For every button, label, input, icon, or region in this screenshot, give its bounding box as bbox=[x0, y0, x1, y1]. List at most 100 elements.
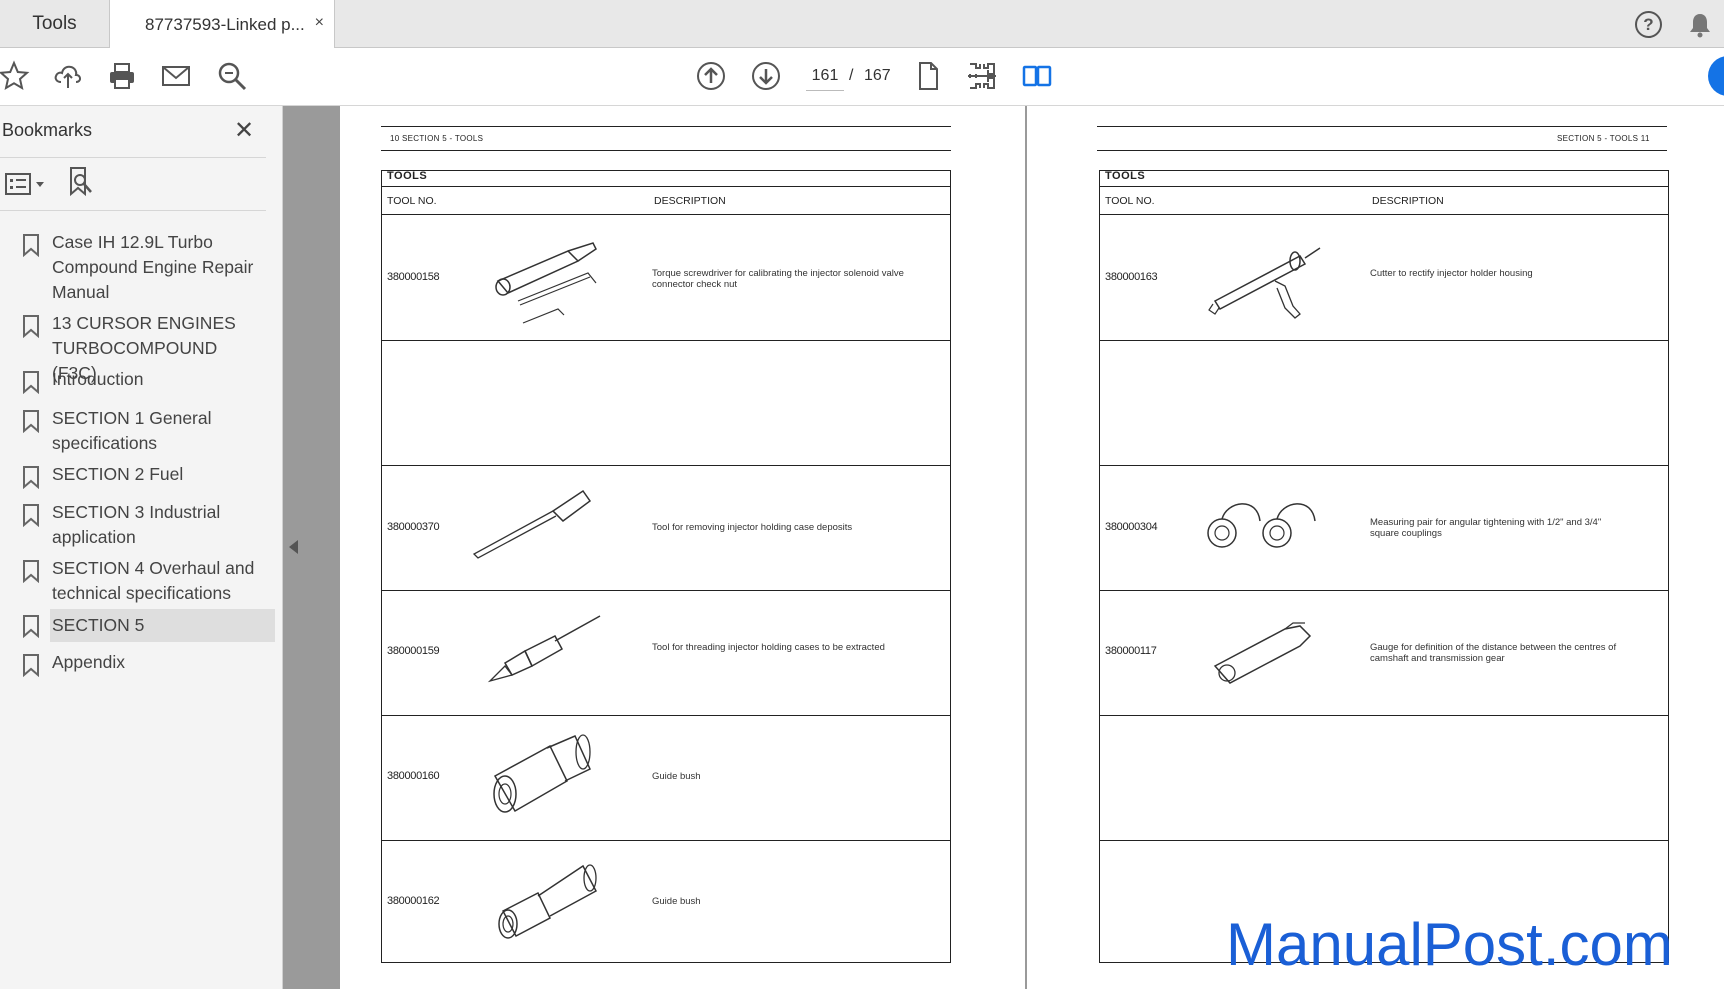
bookmark-item[interactable]: Introduction bbox=[0, 367, 275, 395]
bookmark-label: SECTION 2 Fuel bbox=[52, 464, 184, 484]
table-rule bbox=[1099, 715, 1669, 716]
page-header: 10 SECTION 5 - TOOLS bbox=[390, 134, 484, 143]
tool-number: 380000117 bbox=[1105, 645, 1157, 657]
bookmark-label: Case IH 12.9L Turbo Compound Engine Repa… bbox=[52, 232, 254, 302]
bookmark-icon bbox=[23, 654, 39, 677]
page-total: 167 bbox=[864, 67, 891, 84]
mail-icon[interactable] bbox=[158, 58, 194, 94]
divider bbox=[0, 210, 266, 211]
tool-description: Torque screwdriver for calibrating the i… bbox=[652, 268, 904, 290]
bookmark-icon bbox=[23, 234, 39, 257]
page-number-input[interactable] bbox=[806, 61, 844, 91]
tab-bar: Tools 87737593-Linked p... × ? bbox=[0, 0, 1724, 49]
help-icon[interactable]: ? bbox=[1635, 11, 1662, 38]
close-panel-icon[interactable]: ✕ bbox=[234, 116, 254, 145]
table-rule bbox=[1099, 340, 1669, 341]
table-rule bbox=[381, 590, 951, 591]
tool-description: Cutter to rectify injector holder housin… bbox=[1370, 268, 1533, 279]
bookmark-options-icon[interactable] bbox=[4, 170, 46, 198]
page-separator: / bbox=[849, 67, 854, 84]
two-page-view-icon[interactable] bbox=[1019, 58, 1055, 94]
tool-number: 380000158 bbox=[387, 271, 440, 283]
removal-tool-image bbox=[472, 489, 592, 559]
fit-page-icon[interactable] bbox=[964, 58, 1000, 94]
bookmark-item[interactable]: SECTION 3 Industrial application bbox=[0, 500, 275, 550]
add-bookmark-icon[interactable] bbox=[66, 166, 96, 198]
table-title: TOOLS bbox=[387, 170, 428, 182]
header-rule bbox=[1097, 126, 1667, 127]
bookmark-icon bbox=[23, 371, 39, 394]
tab-document[interactable]: 87737593-Linked p... × bbox=[110, 0, 335, 49]
tool-description: Measuring pair for angular tightening wi… bbox=[1370, 517, 1602, 539]
header-rule bbox=[381, 150, 951, 151]
bookmark-label: SECTION 3 Industrial application bbox=[52, 502, 221, 547]
watermark: ManualPost.com bbox=[1226, 911, 1673, 978]
page-header: SECTION 5 - TOOLS 11 bbox=[1557, 134, 1650, 143]
table-rule bbox=[381, 340, 951, 341]
bookmark-item[interactable]: Case IH 12.9L Turbo Compound Engine Repa… bbox=[0, 230, 275, 305]
bookmark-icon bbox=[23, 466, 39, 489]
table-rule bbox=[1099, 590, 1669, 591]
table-rule bbox=[381, 840, 951, 841]
cutter-tool-image bbox=[1208, 247, 1321, 319]
torque-screwdriver-image bbox=[495, 242, 597, 324]
bookmark-label: SECTION 5 bbox=[50, 609, 275, 642]
column-header-description: DESCRIPTION bbox=[1372, 195, 1444, 207]
tool-description: Tool for removing injector holding case … bbox=[652, 522, 853, 533]
table-title: TOOLS bbox=[1105, 170, 1146, 182]
table-rule bbox=[1099, 465, 1669, 466]
table-rule bbox=[381, 465, 951, 466]
column-header-description: DESCRIPTION bbox=[654, 195, 726, 207]
bookmark-item[interactable]: SECTION 2 Fuel bbox=[0, 462, 275, 490]
next-page-icon[interactable] bbox=[748, 58, 784, 94]
tool-number: 380000159 bbox=[387, 645, 440, 657]
bookmark-item[interactable]: SECTION 1 General specifications bbox=[0, 406, 275, 456]
guide-bush-image bbox=[498, 864, 598, 939]
bookmark-label: SECTION 4 Overhaul and technical specifi… bbox=[52, 558, 255, 603]
print-icon[interactable] bbox=[104, 58, 140, 94]
threading-tool-image bbox=[487, 615, 601, 683]
table-rule bbox=[1099, 840, 1669, 841]
header-rule bbox=[1097, 150, 1667, 151]
bookmark-item[interactable]: 13 CURSOR ENGINES TURBOCOMPOUND (F3C) bbox=[0, 311, 275, 383]
tool-number: 380000162 bbox=[387, 895, 440, 907]
tab-tools[interactable]: Tools bbox=[0, 0, 110, 48]
bookmark-item[interactable]: SECTION 4 Overhaul and technical specifi… bbox=[0, 556, 275, 606]
star-icon[interactable] bbox=[0, 58, 32, 94]
guide-bush-image bbox=[493, 734, 591, 813]
pdf-page-right: SECTION 5 - TOOLS 11 TOOLS TOOL NO. DESC… bbox=[1027, 106, 1724, 989]
table-rule bbox=[381, 715, 951, 716]
table-rule bbox=[1099, 214, 1669, 215]
bookmark-icon bbox=[23, 560, 39, 583]
bookmarks-title: Bookmarks bbox=[2, 120, 93, 140]
search-icon[interactable] bbox=[214, 58, 250, 94]
tool-number: 380000370 bbox=[387, 521, 440, 533]
previous-page-icon[interactable] bbox=[693, 58, 729, 94]
tab-document-label: 87737593-Linked p... bbox=[145, 14, 305, 34]
divider bbox=[0, 157, 266, 158]
tool-description: Guide bush bbox=[652, 896, 701, 907]
column-header-tool-no: TOOL NO. bbox=[1105, 195, 1155, 207]
tool-number: 380000160 bbox=[387, 770, 440, 782]
single-page-view-icon[interactable] bbox=[910, 58, 946, 94]
bookmark-icon bbox=[23, 315, 39, 338]
bookmark-icon bbox=[23, 615, 39, 638]
account-avatar[interactable] bbox=[1708, 56, 1724, 96]
column-header-tool-no: TOOL NO. bbox=[387, 195, 437, 207]
bell-icon[interactable] bbox=[1688, 12, 1712, 38]
tools-table bbox=[1099, 170, 1669, 963]
collapse-panel-icon[interactable] bbox=[289, 540, 298, 554]
bookmark-item[interactable]: Appendix bbox=[0, 650, 275, 678]
table-rule bbox=[1099, 186, 1669, 187]
tool-number: 380000163 bbox=[1105, 271, 1158, 283]
gauge-tool-image bbox=[1213, 622, 1312, 684]
measuring-pair-image bbox=[1207, 503, 1316, 548]
bookmark-item-active[interactable]: SECTION 5 bbox=[0, 609, 275, 642]
upload-icon[interactable] bbox=[50, 58, 86, 94]
bookmark-label: Appendix bbox=[52, 652, 125, 672]
bookmarks-panel: Bookmarks ✕ Case IH 12.9L Turbo Compound… bbox=[0, 106, 283, 989]
tool-description: Gauge for definition of the distance bet… bbox=[1370, 642, 1617, 664]
close-tab-icon[interactable]: × bbox=[315, 14, 324, 32]
toolbar: / 167 bbox=[0, 48, 1724, 106]
bookmark-icon bbox=[23, 504, 39, 527]
